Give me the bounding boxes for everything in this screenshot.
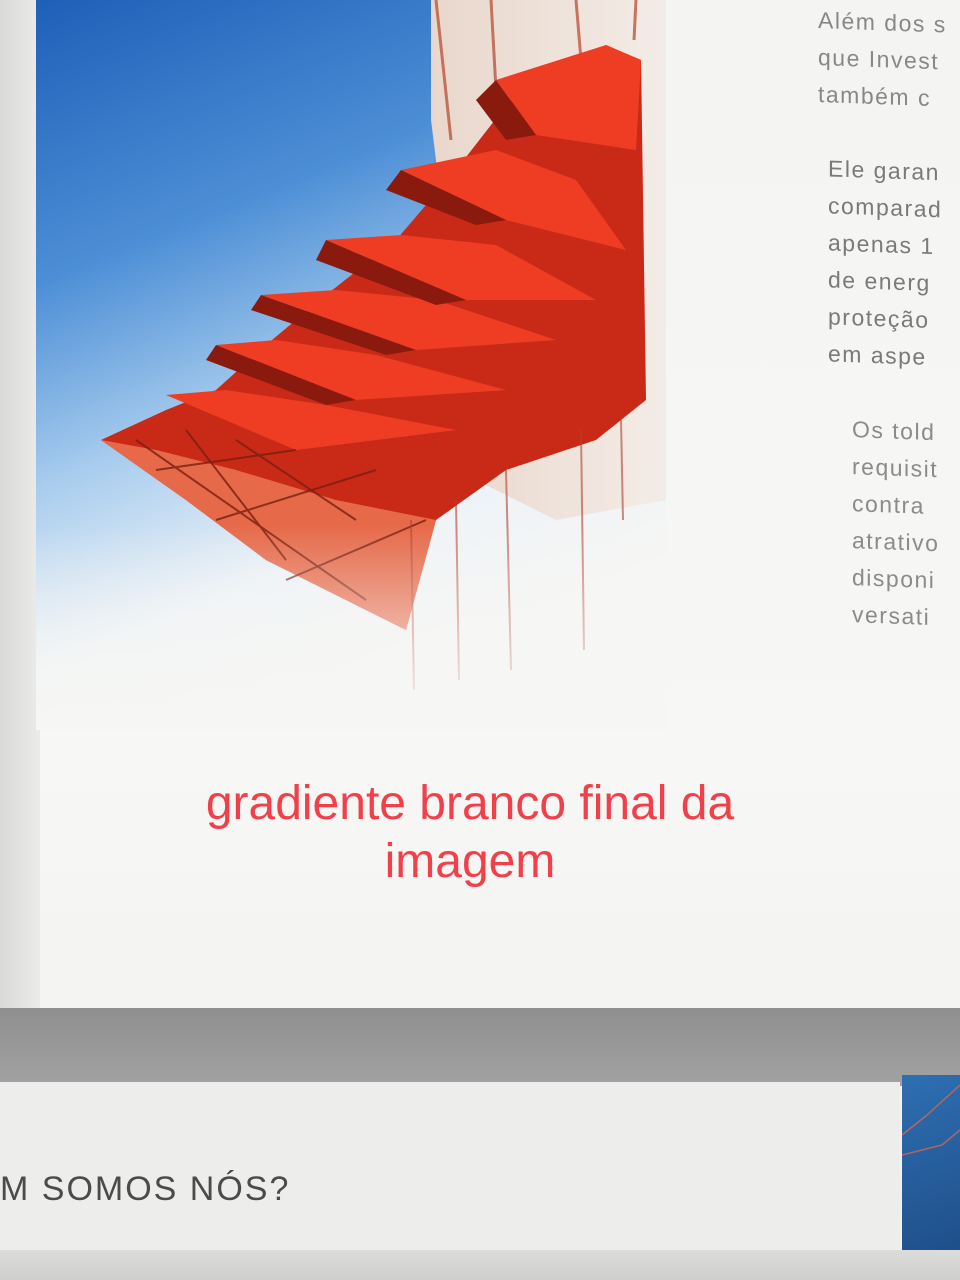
bottom-edge: [0, 1250, 960, 1280]
text-line: atrativo: [852, 527, 940, 557]
about-section-title: M SOMOS NÓS?: [0, 1170, 291, 1208]
blue-image-tile: [902, 1075, 960, 1250]
text-line: proteção: [828, 303, 930, 333]
text-line: Além dos s: [818, 7, 947, 38]
text-line: apenas 1: [828, 229, 935, 260]
text-line: também c: [818, 81, 931, 111]
text-line: de energ: [828, 266, 931, 296]
paragraph-2: Ele garan comparad apenas 1 de energ pro…: [828, 150, 942, 376]
tile-pattern: [902, 1084, 960, 1156]
awning-photo: [36, 0, 666, 730]
text-line: em aspe: [828, 340, 927, 370]
annotation-line-2: imagem: [384, 835, 556, 888]
text-line: versati: [852, 601, 931, 630]
annotation-note: gradiente branco final da imagem: [110, 775, 830, 891]
text-line: que Invest: [818, 44, 940, 75]
paragraph-1: Além dos s que Invest também c: [818, 2, 947, 117]
text-line: requisit: [852, 453, 939, 483]
awning-illustration: [36, 0, 666, 730]
text-line: disponi: [852, 564, 936, 594]
section-divider-band: [0, 1008, 960, 1086]
text-line: contra: [852, 490, 925, 519]
text-line: Os told: [852, 416, 936, 446]
left-edge: [0, 0, 40, 1010]
screen: Além dos s que Invest também c Ele garan…: [0, 0, 960, 1280]
paragraph-3: Os told requisit contra atrativo disponi…: [852, 411, 939, 636]
text-line: comparad: [828, 192, 943, 223]
text-line: Ele garan: [828, 155, 940, 186]
article-text-column: Além dos s que Invest também c Ele garan…: [818, 0, 960, 706]
annotation-line-1: gradiente branco final da: [205, 777, 735, 830]
